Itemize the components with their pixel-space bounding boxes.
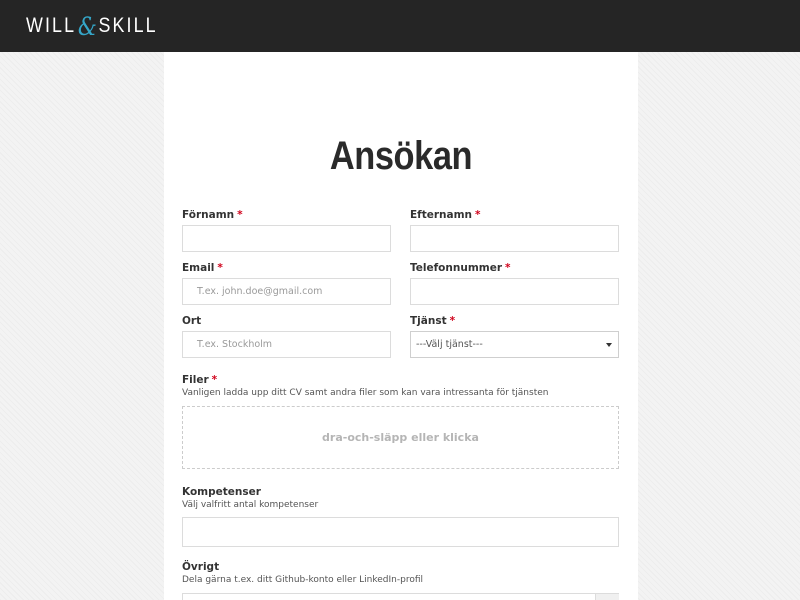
required-marker: *: [211, 374, 218, 386]
telefon-label-text: Telefonnummer: [410, 262, 502, 274]
caret-down-icon: [606, 343, 612, 347]
required-marker: *: [475, 209, 481, 221]
email-label: Email *: [182, 262, 223, 274]
required-marker: *: [505, 262, 511, 274]
ort-placeholder: T.ex. Stockholm: [197, 339, 273, 350]
required-marker: *: [237, 209, 243, 221]
email-label-text: Email: [182, 262, 215, 274]
tjanst-label-text: Tjänst: [410, 315, 447, 327]
required-marker: *: [449, 315, 456, 327]
will-and-skill-logo[interactable]: WILL & SKILL: [26, 12, 158, 41]
dropzone-text: dra-och-släpp eller klicka: [322, 431, 479, 444]
filer-label-text: Filer: [182, 374, 209, 386]
fornamn-label-text: Förnamn: [182, 209, 235, 221]
ovrigt-textarea[interactable]: [182, 593, 619, 600]
efternamn-label-text: Efternamn: [410, 209, 473, 221]
file-dropzone[interactable]: dra-och-släpp eller klicka: [182, 406, 619, 469]
logo-ampersand: &: [77, 11, 97, 41]
efternamn-input[interactable]: [410, 225, 619, 252]
telefon-label: Telefonnummer *: [410, 262, 511, 274]
logo-text-will: WILL: [26, 14, 77, 37]
efternamn-label: Efternamn *: [410, 209, 481, 221]
kompetenser-help-text: Välj valfritt antal kompetenser: [182, 500, 319, 510]
application-form-panel: Ansökan Förnamn * Efternamn * Email * T.ex.…: [164, 52, 638, 600]
ovrigt-label-text: Övrigt: [182, 561, 220, 573]
kompetenser-label-text: Kompetenser: [182, 486, 261, 498]
tjanst-select[interactable]: ---Välj tjänst---: [410, 331, 619, 358]
ovrigt-label: Övrigt: [182, 561, 219, 573]
ovrigt-help-text: Dela gärna t.ex. ditt Github-konto eller…: [182, 575, 424, 585]
kompetenser-label: Kompetenser: [182, 486, 261, 498]
page-title: Ansökan: [329, 134, 473, 178]
email-placeholder: T.ex. john.doe@gmail.com: [197, 286, 323, 297]
email-input[interactable]: T.ex. john.doe@gmail.com: [182, 278, 391, 305]
fornamn-label: Förnamn *: [182, 209, 243, 221]
tjanst-label: Tjänst *: [410, 315, 455, 327]
logo-text-skill: SKILL: [98, 14, 158, 37]
tjanst-selected-value: ---Välj tjänst---: [416, 339, 483, 350]
kompetenser-input[interactable]: [182, 517, 619, 547]
ort-label: Ort: [182, 315, 201, 327]
ort-label-text: Ort: [182, 315, 202, 327]
ort-input[interactable]: T.ex. Stockholm: [182, 331, 391, 358]
fornamn-input[interactable]: [182, 225, 391, 252]
filer-help-text: Vanligen ladda upp ditt CV samt andra fi…: [182, 388, 549, 398]
top-navbar: WILL & SKILL: [0, 0, 800, 52]
textarea-side-button[interactable]: [595, 593, 619, 600]
filer-label: Filer *: [182, 374, 217, 386]
required-marker: *: [217, 262, 223, 274]
telefon-input[interactable]: [410, 278, 619, 305]
